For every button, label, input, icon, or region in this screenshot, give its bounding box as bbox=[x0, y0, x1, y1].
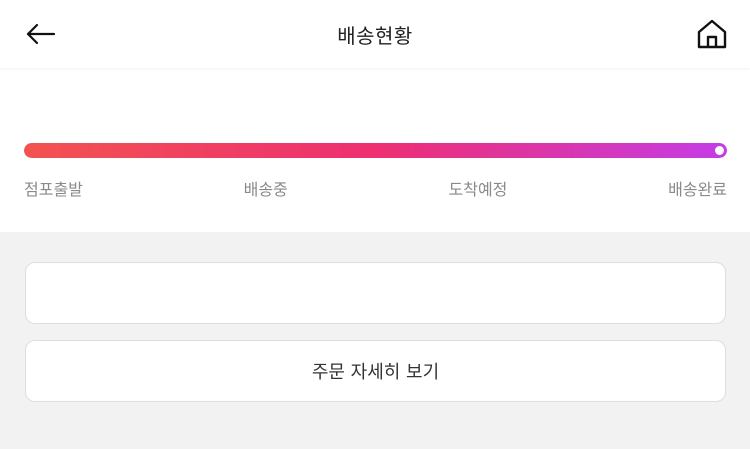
progress-fill bbox=[24, 143, 727, 158]
progress-track bbox=[24, 143, 727, 158]
page-title: 배송현황 bbox=[337, 23, 413, 48]
arrow-left-icon bbox=[26, 23, 56, 45]
back-button[interactable] bbox=[18, 14, 62, 54]
order-info-card bbox=[25, 262, 726, 324]
home-icon bbox=[697, 19, 727, 49]
progress-end-marker bbox=[713, 144, 726, 157]
step-label: 배송완료 bbox=[668, 180, 727, 199]
order-detail-label: 주문 자세히 보기 bbox=[311, 362, 440, 383]
home-button[interactable] bbox=[692, 14, 732, 54]
delivery-progress: 점포출발 배송중 도착예정 배송완료 bbox=[0, 68, 750, 232]
step-label: 점포출발 bbox=[24, 180, 83, 199]
step-label: 도착예정 bbox=[448, 180, 508, 199]
progress-steps: 점포출발 배송중 도착예정 배송완료 bbox=[24, 176, 727, 200]
app-header: 배송현황 bbox=[0, 0, 750, 68]
order-detail-button[interactable]: 주문 자세히 보기 bbox=[25, 340, 726, 402]
step-label: 배송중 bbox=[243, 180, 288, 199]
